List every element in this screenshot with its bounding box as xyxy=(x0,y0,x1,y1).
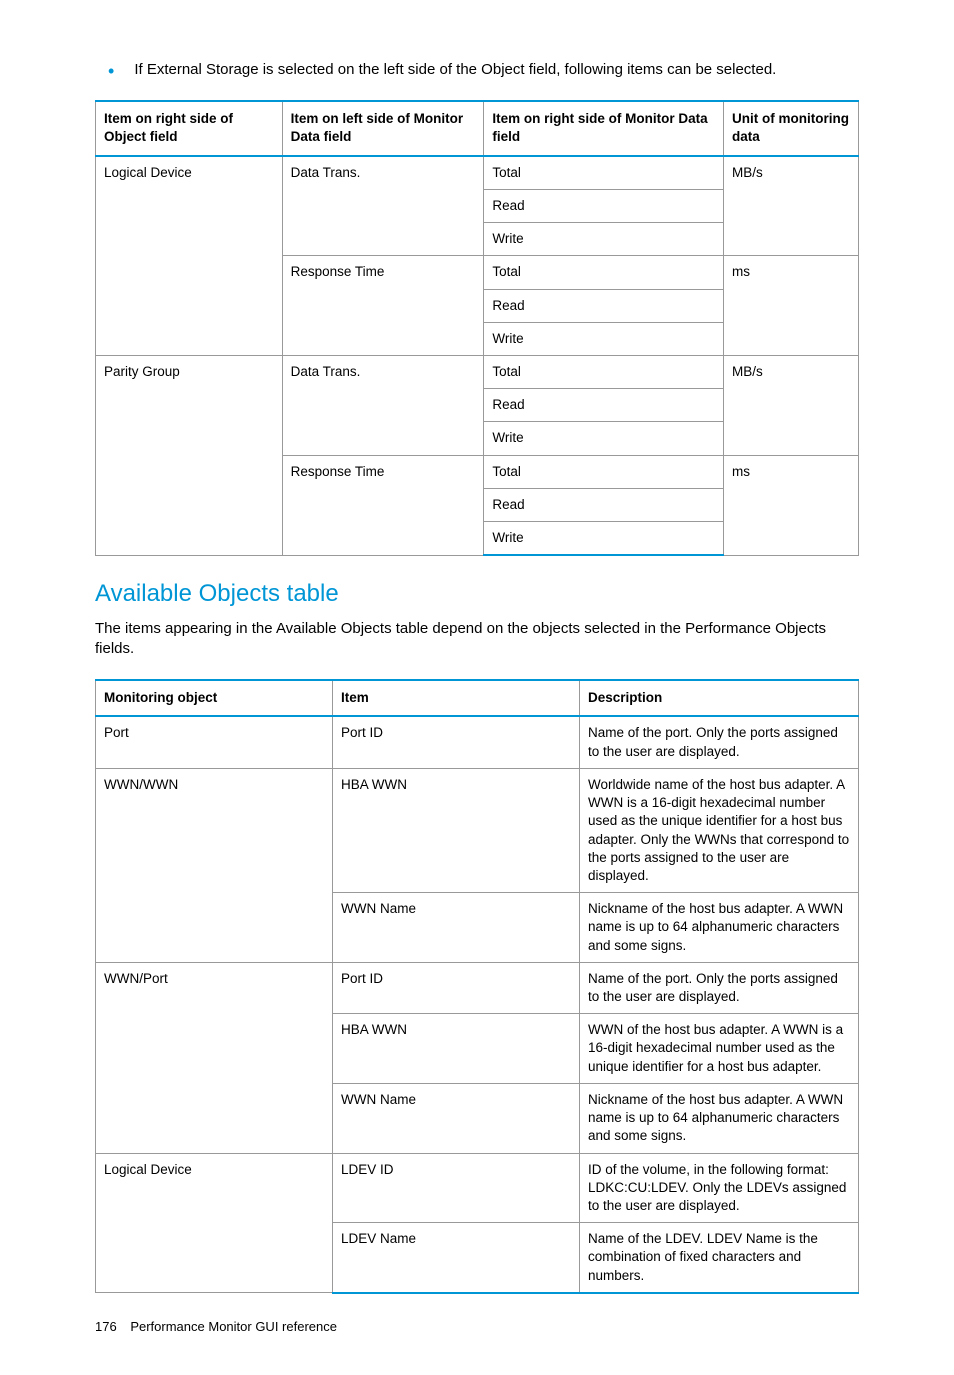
table-cell: Read xyxy=(484,289,724,322)
col-header: Item xyxy=(333,680,580,716)
table-cell: ms xyxy=(723,455,858,555)
table-cell: HBA WWN xyxy=(333,1014,580,1084)
table-cell: MB/s xyxy=(723,356,858,456)
table-cell: Response Time xyxy=(282,455,484,555)
table-cell: Parity Group xyxy=(96,356,283,556)
table-cell: WWN of the host bus adapter. A WWN is a … xyxy=(580,1014,859,1084)
table-cell: Nickname of the host bus adapter. A WWN … xyxy=(580,893,859,963)
section-description: The items appearing in the Available Obj… xyxy=(95,619,859,660)
bullet-icon: • xyxy=(108,62,114,80)
table-cell: Worldwide name of the host bus adapter. … xyxy=(580,768,859,892)
section-heading: Available Objects table xyxy=(95,578,859,610)
table-cell: Port ID xyxy=(333,716,580,768)
col-header: Item on left side of Monitor Data field xyxy=(282,101,484,155)
table-cell: Read xyxy=(484,389,724,422)
table-cell: Response Time xyxy=(282,256,484,356)
col-header: Item on right side of Monitor Data field xyxy=(484,101,724,155)
table-cell: WWN/WWN xyxy=(96,768,333,962)
table-cell: WWN Name xyxy=(333,1083,580,1153)
table-cell: Nickname of the host bus adapter. A WWN … xyxy=(580,1083,859,1153)
table-cell: WWN/Port xyxy=(96,962,333,1153)
table-cell: Write xyxy=(484,522,724,556)
table-cell: Port ID xyxy=(333,962,580,1013)
table-cell: ID of the volume, in the following forma… xyxy=(580,1153,859,1223)
table-cell: Read xyxy=(484,189,724,222)
table-cell: Write xyxy=(484,322,724,355)
monitor-data-table: Item on right side of Object field Item … xyxy=(95,100,859,556)
table-cell: Port xyxy=(96,716,333,768)
bullet-text: If External Storage is selected on the l… xyxy=(134,60,859,80)
col-header: Unit of monitoring data xyxy=(723,101,858,155)
table-cell: Logical Device xyxy=(96,1153,333,1293)
table-cell: Name of the port. Only the ports assigne… xyxy=(580,962,859,1013)
page-number: 176 xyxy=(95,1319,117,1334)
table-cell: MB/s xyxy=(723,156,858,256)
table-cell: Data Trans. xyxy=(282,356,484,456)
table-cell: WWN Name xyxy=(333,893,580,963)
footer-title: Performance Monitor GUI reference xyxy=(130,1319,337,1334)
table-cell: Total xyxy=(484,156,724,190)
col-header: Monitoring object xyxy=(96,680,333,716)
table-cell: LDEV ID xyxy=(333,1153,580,1223)
bullet-item: • If External Storage is selected on the… xyxy=(108,60,859,80)
table-cell: HBA WWN xyxy=(333,768,580,892)
table-cell: Write xyxy=(484,422,724,455)
table-cell: Name of the LDEV. LDEV Name is the combi… xyxy=(580,1223,859,1293)
table-cell: Total xyxy=(484,356,724,389)
col-header: Item on right side of Object field xyxy=(96,101,283,155)
table-cell: Data Trans. xyxy=(282,156,484,256)
table-cell: Total xyxy=(484,455,724,488)
table-cell: Name of the port. Only the ports assigne… xyxy=(580,716,859,768)
table-cell: Logical Device xyxy=(96,156,283,356)
table-cell: LDEV Name xyxy=(333,1223,580,1293)
table-cell: Total xyxy=(484,256,724,289)
available-objects-table: Monitoring object Item Description PortP… xyxy=(95,679,859,1294)
col-header: Description xyxy=(580,680,859,716)
table-cell: Write xyxy=(484,223,724,256)
table-cell: ms xyxy=(723,256,858,356)
page-footer: 176 Performance Monitor GUI reference xyxy=(95,1318,859,1336)
table-cell: Read xyxy=(484,488,724,521)
